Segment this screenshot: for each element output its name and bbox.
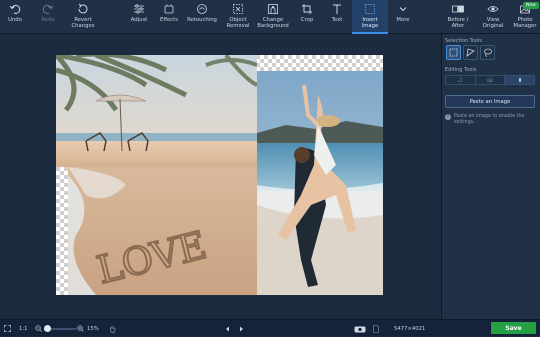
- rect-select-tool[interactable]: [446, 45, 461, 60]
- paste-image-button[interactable]: Paste an Image: [445, 95, 535, 108]
- crop-icon: [302, 4, 312, 14]
- chevron-down-icon: [399, 7, 407, 12]
- revert-changes-button[interactable]: Revert Changes: [68, 0, 98, 34]
- undo-button[interactable]: Undo: [4, 0, 26, 34]
- redo-button[interactable]: Redo: [37, 0, 59, 34]
- change-background-button[interactable]: Change Background: [256, 0, 290, 34]
- adjust-label: Adjust: [130, 17, 148, 23]
- zoom-out-icon: [35, 325, 42, 332]
- fit-screen-icon: [4, 325, 11, 332]
- undo-label: Undo: [8, 17, 22, 23]
- photo-manager-label: Photo Manager: [513, 17, 537, 29]
- image-dimensions: 5477×4021: [394, 325, 426, 332]
- chevron-right-icon: [240, 326, 243, 331]
- next-image-button[interactable]: [238, 320, 244, 337]
- editing-tools-label: Editing Tools: [445, 67, 477, 73]
- zoom-slider-track: [44, 325, 76, 332]
- more-label: More: [396, 17, 410, 23]
- object-removal-label: Object Removal: [226, 17, 250, 29]
- polygon-lasso-icon: [466, 48, 475, 57]
- opacity-tool[interactable]: [505, 76, 535, 84]
- image-info-button[interactable]: [354, 320, 366, 337]
- crop-button[interactable]: Crop: [296, 0, 318, 34]
- chevron-left-icon: [226, 326, 229, 331]
- fit-screen-button[interactable]: [4, 320, 11, 337]
- zoom-slider-thumb[interactable]: [44, 325, 51, 332]
- polygon-select-tool[interactable]: [463, 45, 478, 60]
- change-background-label: Change Background: [257, 17, 289, 29]
- insert-image-button[interactable]: Insert Image: [352, 0, 388, 34]
- selection-tools-label: Selection Tools: [445, 38, 482, 44]
- before-after-label: Before / After: [447, 17, 469, 29]
- flip-tool[interactable]: [476, 76, 506, 84]
- file-icon: [373, 324, 379, 333]
- effects-label: Effects: [159, 17, 178, 23]
- text-label: Text: [331, 17, 343, 23]
- sliders-icon: [134, 4, 144, 14]
- lasso-select-tool[interactable]: [480, 45, 495, 60]
- rotate-icon: [458, 77, 463, 83]
- status-bar: 1:1 15% 5477×4021: [0, 319, 540, 336]
- text-icon: [333, 4, 341, 14]
- view-original-button[interactable]: View Original: [479, 0, 507, 34]
- info-icon: i: [445, 114, 451, 120]
- undo-icon: [9, 4, 21, 14]
- object-removal-button[interactable]: Object Removal: [224, 0, 252, 34]
- prev-image-button[interactable]: [225, 320, 231, 337]
- redo-icon: [42, 4, 54, 14]
- camera-icon: [354, 326, 366, 332]
- paste-hint-text: Paste an image to enable the settings.: [454, 114, 525, 125]
- hand-tool-button[interactable]: [109, 320, 116, 337]
- insert-image-label: Insert Image: [361, 17, 379, 29]
- main-toolbar: Undo Redo Revert Changes Adjust Effects …: [0, 0, 540, 34]
- text-button[interactable]: Text: [326, 0, 348, 34]
- adjust-button[interactable]: Adjust: [127, 0, 151, 34]
- retouching-icon: [197, 4, 207, 14]
- lasso-icon: [484, 48, 492, 57]
- flip-icon: [487, 77, 493, 83]
- crop-label: Crop: [300, 17, 314, 23]
- retouching-label: Retouching: [187, 17, 217, 23]
- effects-button[interactable]: Effects: [157, 0, 181, 34]
- more-button[interactable]: More: [392, 0, 414, 34]
- before-after-icon: [452, 5, 464, 13]
- object-removal-icon: [233, 4, 243, 14]
- revert-icon: [78, 3, 88, 14]
- zoom-icon-wrap[interactable]: [35, 320, 42, 337]
- view-original-label: View Original: [482, 17, 504, 29]
- save-button[interactable]: Save: [491, 322, 536, 334]
- zoom-in-button[interactable]: [77, 320, 84, 337]
- editing-tools-group: [445, 75, 535, 85]
- effects-icon: [164, 4, 174, 14]
- collage-image[interactable]: LOVE: [56, 55, 383, 295]
- retouching-button[interactable]: Retouching: [185, 0, 219, 34]
- insert-image-icon: [365, 4, 375, 14]
- zoom-slider[interactable]: [44, 320, 76, 337]
- revert-label: Revert Changes: [71, 17, 95, 29]
- zoom-level: 15%: [87, 325, 99, 332]
- eye-icon: [487, 6, 499, 12]
- file-icon-wrap: [373, 320, 379, 337]
- before-after-button[interactable]: Before / After: [444, 0, 472, 34]
- rect-select-icon: [449, 48, 458, 57]
- new-badge: New: [523, 2, 539, 9]
- paste-hint: i Paste an image to enable the settings.: [445, 114, 537, 126]
- actual-size-button[interactable]: 1:1: [19, 320, 28, 337]
- collage-picture: LOVE: [56, 55, 383, 295]
- zoom-in-icon: [77, 325, 84, 332]
- redo-label: Redo: [41, 17, 55, 23]
- rotate-tool[interactable]: [446, 76, 476, 84]
- hand-icon: [110, 325, 116, 333]
- change-background-icon: [268, 4, 278, 14]
- drop-icon: [518, 77, 521, 83]
